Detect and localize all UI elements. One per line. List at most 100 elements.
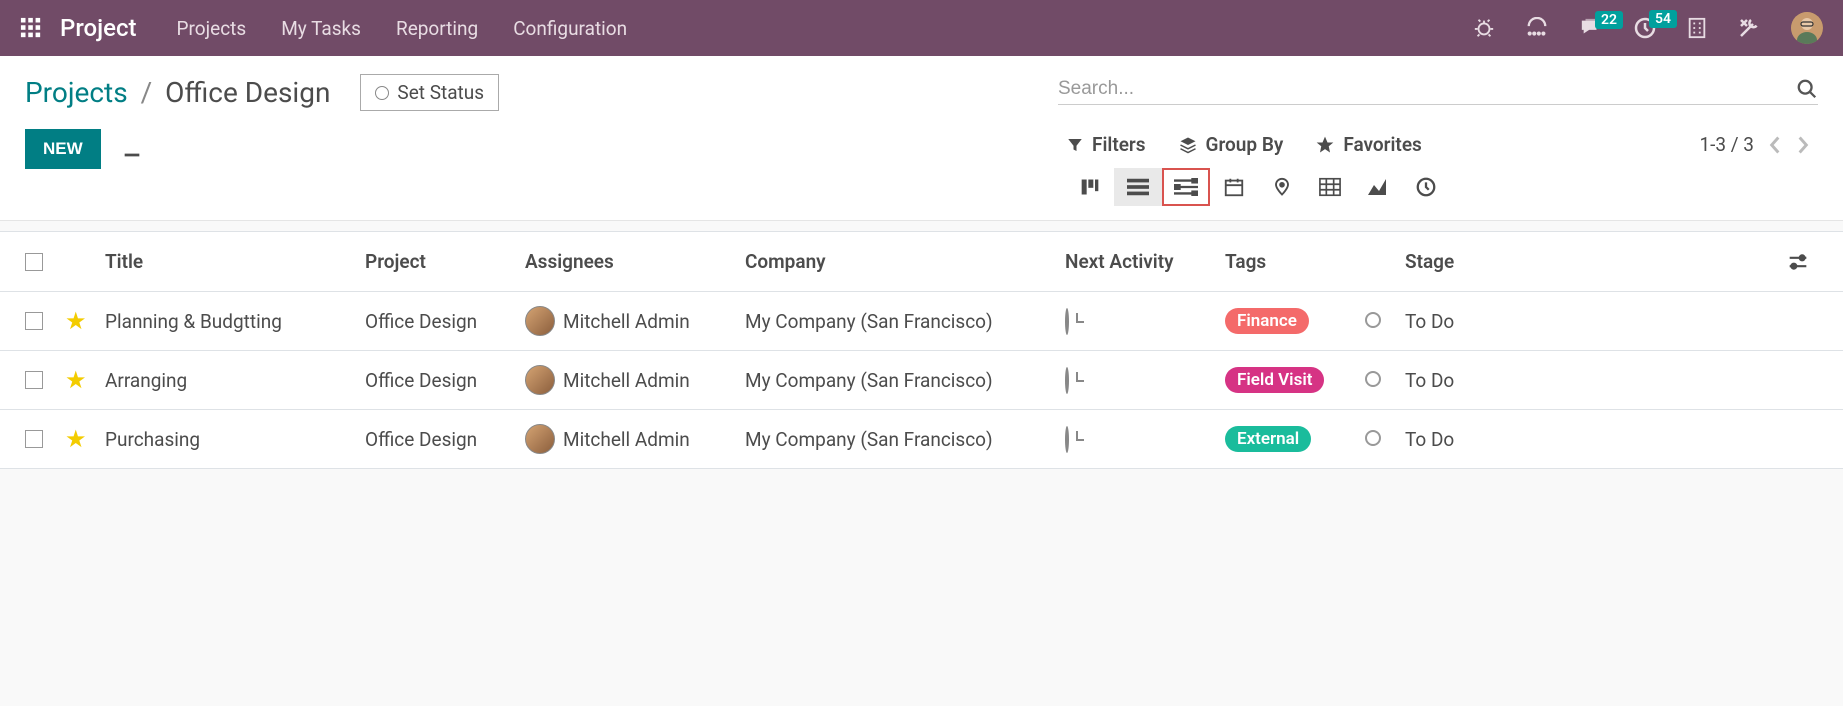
header-row: Projects / Office Design Set Status <box>0 56 1843 121</box>
set-status-button[interactable]: Set Status <box>360 74 499 111</box>
search-input[interactable] <box>1058 74 1796 104</box>
column-options-icon[interactable] <box>1788 254 1818 270</box>
task-company: My Company (San Francisco) <box>745 369 1065 392</box>
groupby-button[interactable]: Group By <box>1178 133 1284 156</box>
messages-icon[interactable]: 22 <box>1579 17 1603 39</box>
task-tag[interactable]: Field Visit <box>1225 367 1324 393</box>
table-row[interactable]: ★ Purchasing Office Design Mitchell Admi… <box>0 410 1843 469</box>
assignee-avatar <box>525 306 555 336</box>
pager-text[interactable]: 1-3 / 3 <box>1699 133 1754 156</box>
filters-label: Filters <box>1092 133 1146 156</box>
activity-view-icon[interactable] <box>1402 168 1450 206</box>
view-switcher <box>1058 160 1818 206</box>
favorites-button[interactable]: Favorites <box>1315 133 1421 156</box>
favorites-label: Favorites <box>1343 133 1421 156</box>
page-next-icon[interactable] <box>1796 135 1810 155</box>
download-icon[interactable] <box>121 138 143 160</box>
assignee-avatar <box>525 365 555 395</box>
table-row[interactable]: ★ Planning & Budgtting Office Design Mit… <box>0 292 1843 351</box>
task-tag[interactable]: External <box>1225 426 1311 452</box>
task-assignee[interactable]: Mitchell Admin <box>525 424 745 454</box>
star-icon[interactable]: ★ <box>65 366 87 394</box>
breadcrumb-separator: / <box>141 76 153 109</box>
user-avatar[interactable] <box>1791 12 1823 44</box>
tools-icon[interactable] <box>1737 16 1761 40</box>
column-assignees[interactable]: Assignees <box>525 250 745 273</box>
pager: 1-3 / 3 <box>1699 133 1810 156</box>
activities-badge: 54 <box>1649 10 1677 28</box>
set-status-label: Set Status <box>397 81 484 104</box>
search-icon[interactable] <box>1796 78 1818 100</box>
clock-icon[interactable] <box>1065 308 1069 335</box>
top-navbar: Project Projects My Tasks Reporting Conf… <box>0 0 1843 56</box>
star-icon[interactable]: ★ <box>65 425 87 453</box>
column-tags[interactable]: Tags <box>1225 250 1365 273</box>
table-row[interactable]: ★ Arranging Office Design Mitchell Admin… <box>0 351 1843 410</box>
row-checkbox[interactable] <box>25 371 43 389</box>
task-stage[interactable]: To Do <box>1405 310 1788 333</box>
select-all-checkbox[interactable] <box>25 253 43 271</box>
action-row: NEW Filters Group By Favorites 1-3 / 3 <box>0 121 1843 221</box>
breadcrumb-root[interactable]: Projects <box>25 76 128 109</box>
stage-status-icon[interactable] <box>1365 430 1381 446</box>
task-title[interactable]: Purchasing <box>105 428 365 451</box>
nav-link-my-tasks[interactable]: My Tasks <box>281 17 361 40</box>
page-prev-icon[interactable] <box>1768 135 1782 155</box>
stage-status-icon[interactable] <box>1365 371 1381 387</box>
stage-status-icon[interactable] <box>1365 312 1381 328</box>
nav-links: Projects My Tasks Reporting Configuratio… <box>177 17 628 40</box>
clock-icon[interactable] <box>1065 426 1069 453</box>
kanban-view-icon[interactable] <box>1066 168 1114 206</box>
gantt-view-icon[interactable] <box>1162 168 1210 206</box>
task-tag[interactable]: Finance <box>1225 308 1309 334</box>
list-view-icon[interactable] <box>1114 168 1162 206</box>
column-company[interactable]: Company <box>745 250 1065 273</box>
bug-icon[interactable] <box>1473 17 1495 39</box>
assignee-name: Mitchell Admin <box>563 428 690 451</box>
star-icon[interactable]: ★ <box>65 307 87 335</box>
table-header: Title Project Assignees Company Next Act… <box>0 231 1843 292</box>
breadcrumb: Projects / Office Design <box>25 76 330 109</box>
task-company: My Company (San Francisco) <box>745 428 1065 451</box>
table-body: ★ Planning & Budgtting Office Design Mit… <box>0 292 1843 469</box>
apps-icon[interactable] <box>20 17 42 39</box>
row-checkbox[interactable] <box>25 430 43 448</box>
search-bar <box>1058 74 1818 105</box>
calendar-view-icon[interactable] <box>1210 168 1258 206</box>
nav-link-reporting[interactable]: Reporting <box>396 17 478 40</box>
column-next-activity[interactable]: Next Activity <box>1065 250 1225 273</box>
column-title[interactable]: Title <box>105 250 365 273</box>
task-project: Office Design <box>365 310 525 333</box>
pivot-view-icon[interactable] <box>1306 168 1354 206</box>
status-circle-icon <box>375 86 389 100</box>
app-brand[interactable]: Project <box>60 14 137 42</box>
nav-link-configuration[interactable]: Configuration <box>513 17 627 40</box>
row-checkbox[interactable] <box>25 312 43 330</box>
graph-view-icon[interactable] <box>1354 168 1402 206</box>
map-view-icon[interactable] <box>1258 168 1306 206</box>
task-project: Office Design <box>365 428 525 451</box>
task-company: My Company (San Francisco) <box>745 310 1065 333</box>
breadcrumb-current: Office Design <box>165 76 330 109</box>
navbar-right: 22 54 <box>1473 12 1823 44</box>
task-stage[interactable]: To Do <box>1405 369 1788 392</box>
task-stage[interactable]: To Do <box>1405 428 1788 451</box>
groupby-label: Group By <box>1206 133 1284 156</box>
support-icon[interactable] <box>1525 17 1549 39</box>
column-stage[interactable]: Stage <box>1405 250 1788 273</box>
filters-button[interactable]: Filters <box>1066 133 1146 156</box>
column-project[interactable]: Project <box>365 250 525 273</box>
clock-icon[interactable] <box>1065 367 1069 394</box>
assignee-name: Mitchell Admin <box>563 310 690 333</box>
activities-icon[interactable]: 54 <box>1633 16 1657 40</box>
assignee-avatar <box>525 424 555 454</box>
task-assignee[interactable]: Mitchell Admin <box>525 365 745 395</box>
assignee-name: Mitchell Admin <box>563 369 690 392</box>
filter-bar: Filters Group By Favorites 1-3 / 3 <box>1058 129 1818 160</box>
nav-link-projects[interactable]: Projects <box>177 17 247 40</box>
company-icon[interactable] <box>1687 17 1707 39</box>
task-title[interactable]: Planning & Budgtting <box>105 310 365 333</box>
new-button[interactable]: NEW <box>25 129 101 169</box>
task-title[interactable]: Arranging <box>105 369 365 392</box>
task-assignee[interactable]: Mitchell Admin <box>525 306 745 336</box>
